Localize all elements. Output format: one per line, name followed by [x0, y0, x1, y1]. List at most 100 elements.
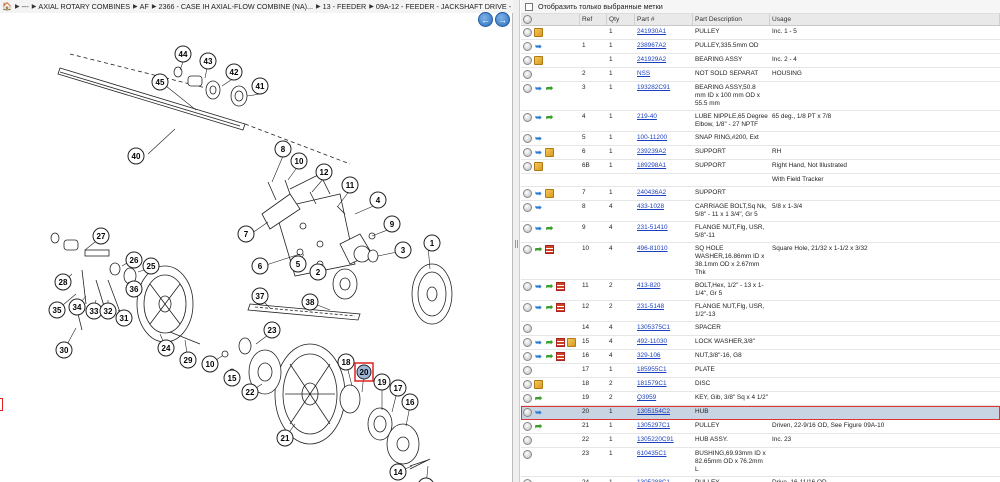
part-number-link[interactable]: 219-40	[637, 113, 657, 120]
goto-icon[interactable]: ➦	[534, 245, 543, 254]
callout-36[interactable]: 36	[125, 280, 143, 298]
info-icon[interactable]: ➥	[534, 113, 543, 122]
table-row[interactable]: ➦ 10 4 496-81010 SQ HOLE WASHER,16.86mm ID x…	[521, 243, 1000, 280]
callout-2[interactable]: 2	[309, 263, 327, 281]
callout-40[interactable]: 40	[127, 147, 145, 165]
breadcrumb-item-axial-rotary[interactable]: AXIAL ROTARY COMBINES	[38, 2, 130, 11]
part-number-link[interactable]: NSS	[637, 70, 650, 77]
kit-icon[interactable]	[534, 162, 543, 171]
callout-38[interactable]: 38	[301, 293, 319, 311]
callout-6[interactable]: 6	[251, 257, 269, 275]
part-number-link[interactable]: 241929A2	[637, 56, 666, 63]
select-icon[interactable]	[523, 366, 532, 375]
part-number-link[interactable]: 100-11200	[637, 134, 667, 141]
callout-29[interactable]: 29	[179, 351, 197, 369]
table-row[interactable]: ➦ 21 1 1305297C1 PULLEY Driven, 22-9/16 OD, S…	[521, 420, 1000, 434]
select-icon[interactable]	[523, 408, 532, 417]
callout-25[interactable]: 25	[142, 257, 160, 275]
table-row[interactable]: 6B 1 189298A1 SUPPORT Right Hand, Not Illust…	[521, 160, 1000, 174]
callout-24[interactable]: 24	[157, 339, 175, 357]
select-icon[interactable]	[523, 84, 532, 93]
callout-11[interactable]: 11	[341, 176, 359, 194]
table-row[interactable]: ➥ ➦ 3 1 193282C91 BEARING ASSY,50.8 mm ID x 1…	[521, 82, 1000, 111]
info-icon[interactable]: ➥	[534, 303, 543, 312]
spec-icon[interactable]	[556, 303, 565, 312]
callout-19[interactable]: 19	[373, 373, 391, 391]
part-number-link[interactable]: Q3959	[637, 394, 656, 401]
info-icon[interactable]: ➥	[534, 42, 543, 51]
table-row[interactable]: ➥ ➦ 4 1 219-40 LUBE NIPPLE,65 Degree Elbow, 1…	[521, 111, 1000, 132]
callout-5[interactable]: 5	[289, 255, 307, 273]
callout-30[interactable]: 30	[55, 341, 73, 359]
table-row[interactable]: ➥ ➦ 15 4 492-11030 LOCK WASHER,3/8"	[521, 336, 1000, 350]
table-row[interactable]: 14 4 1305375C1 SPACER	[521, 322, 1000, 336]
callout-1[interactable]: 1	[423, 234, 441, 252]
select-icon[interactable]	[523, 224, 532, 233]
breadcrumb-item-af[interactable]: AF	[140, 2, 149, 11]
part-number-link[interactable]: 610435C1	[637, 450, 667, 457]
callout-15[interactable]: 15	[223, 369, 241, 387]
select-icon[interactable]	[523, 282, 532, 291]
header-ref[interactable]: Ref	[580, 14, 607, 25]
callout-16[interactable]: 16	[401, 393, 419, 411]
table-row[interactable]: 2 1 NSS NOT SOLD SEPARAT HOUSING	[521, 68, 1000, 82]
table-row[interactable]: ➥ 1 1 238967A2 PULLEY,335.5mm OD	[521, 40, 1000, 54]
select-icon[interactable]	[523, 148, 532, 157]
part-number-link[interactable]: 193282C91	[637, 84, 670, 91]
select-icon[interactable]	[523, 245, 532, 254]
part-number-link[interactable]: 1305375C1	[637, 324, 670, 331]
info-icon[interactable]: ➥	[534, 352, 543, 361]
select-icon[interactable]	[523, 189, 532, 198]
part-number-link[interactable]: 1305154C2	[637, 408, 670, 415]
table-row[interactable]: ➥ ➦ 16 4 329-106 NUT,3/8"-16, G8	[521, 350, 1000, 364]
table-row[interactable]: ➥ ➦ 9 4 231-51410 FLANGE NUT,Flg, USR, 5/8"-1…	[521, 222, 1000, 243]
kit-icon[interactable]	[534, 56, 543, 65]
callout-23[interactable]: 23	[263, 321, 281, 339]
callout-28[interactable]: 28	[54, 273, 72, 291]
goto-icon[interactable]: ➦	[545, 352, 554, 361]
select-icon[interactable]	[523, 203, 532, 212]
table-row[interactable]: ➥ 7 1 240436A2 SUPPORT	[521, 187, 1000, 201]
callout-44[interactable]: 44	[174, 45, 192, 63]
part-number-link[interactable]: 329-106	[637, 352, 660, 359]
exploded-parts-diagram[interactable]: 44 43 45 42 41 40 8 10 12 11 4 9 3 1 7 6…	[0, 14, 513, 482]
callout-17[interactable]: 17	[389, 379, 407, 397]
select-icon[interactable]	[523, 324, 532, 333]
part-number-link[interactable]: 1305297C1	[637, 422, 670, 429]
callout-18[interactable]: 18	[337, 353, 355, 371]
part-number-link[interactable]: 181579C1	[637, 380, 667, 387]
callout-35[interactable]: 35	[48, 301, 66, 319]
callout-45[interactable]: 45	[151, 73, 169, 91]
select-icon[interactable]	[523, 162, 532, 171]
callout-3[interactable]: 3	[394, 241, 412, 259]
table-row[interactable]: 23 1 610435C1 BUSHING,69.93mm ID x 82.65mm …	[521, 448, 1000, 477]
callout-10[interactable]: 10	[290, 152, 308, 170]
part-number-link[interactable]: 1305220C91	[637, 436, 674, 443]
select-icon[interactable]	[523, 303, 532, 312]
callout-10b[interactable]: 10	[201, 355, 219, 373]
table-row[interactable]: 17 1 185955C1 PLATE	[521, 364, 1000, 378]
part-number-link[interactable]: 240436A2	[637, 189, 666, 196]
select-icon[interactable]	[523, 394, 532, 403]
splitter-grip-icon[interactable]	[515, 240, 518, 248]
table-row[interactable]: ➦ 19 2 Q3959 KEY, Gib, 3/8" Sq x 4 1/2"	[521, 392, 1000, 406]
spec-icon[interactable]	[556, 282, 565, 291]
table-row[interactable]: 22 1 1305220C91 HUB ASSY. Inc. 23	[521, 434, 1000, 448]
goto-icon[interactable]: ➦	[545, 303, 554, 312]
callout-31[interactable]: 31	[115, 309, 133, 327]
table-row[interactable]: 1 241929A2 BEARING ASSY Inc. 2 - 4	[521, 54, 1000, 68]
part-number-link[interactable]: 241930A1	[637, 28, 666, 35]
goto-icon[interactable]: ➦	[534, 422, 543, 431]
goto-icon[interactable]: ➦	[545, 113, 554, 122]
goto-icon[interactable]: ➦	[545, 224, 554, 233]
select-all-icon[interactable]	[523, 15, 532, 24]
select-icon[interactable]	[523, 70, 532, 79]
callout-7[interactable]: 7	[237, 225, 255, 243]
breadcrumb-item-root[interactable]: ---	[22, 2, 29, 11]
table-row[interactable]: ➥ ➦ 12 2 231-5148 FLANGE NUT,Flg, USR, 1/2"-1…	[521, 301, 1000, 322]
pane-splitter[interactable]	[513, 0, 520, 482]
table-row[interactable]: ➥ 5 1 100-11200 SNAP RING,#200, Ext	[521, 132, 1000, 146]
part-number-link[interactable]: 239239A2	[637, 148, 666, 155]
table-row[interactable]: ➥ 6 1 239239A2 SUPPORT RH	[521, 146, 1000, 160]
select-icon[interactable]	[523, 134, 532, 143]
